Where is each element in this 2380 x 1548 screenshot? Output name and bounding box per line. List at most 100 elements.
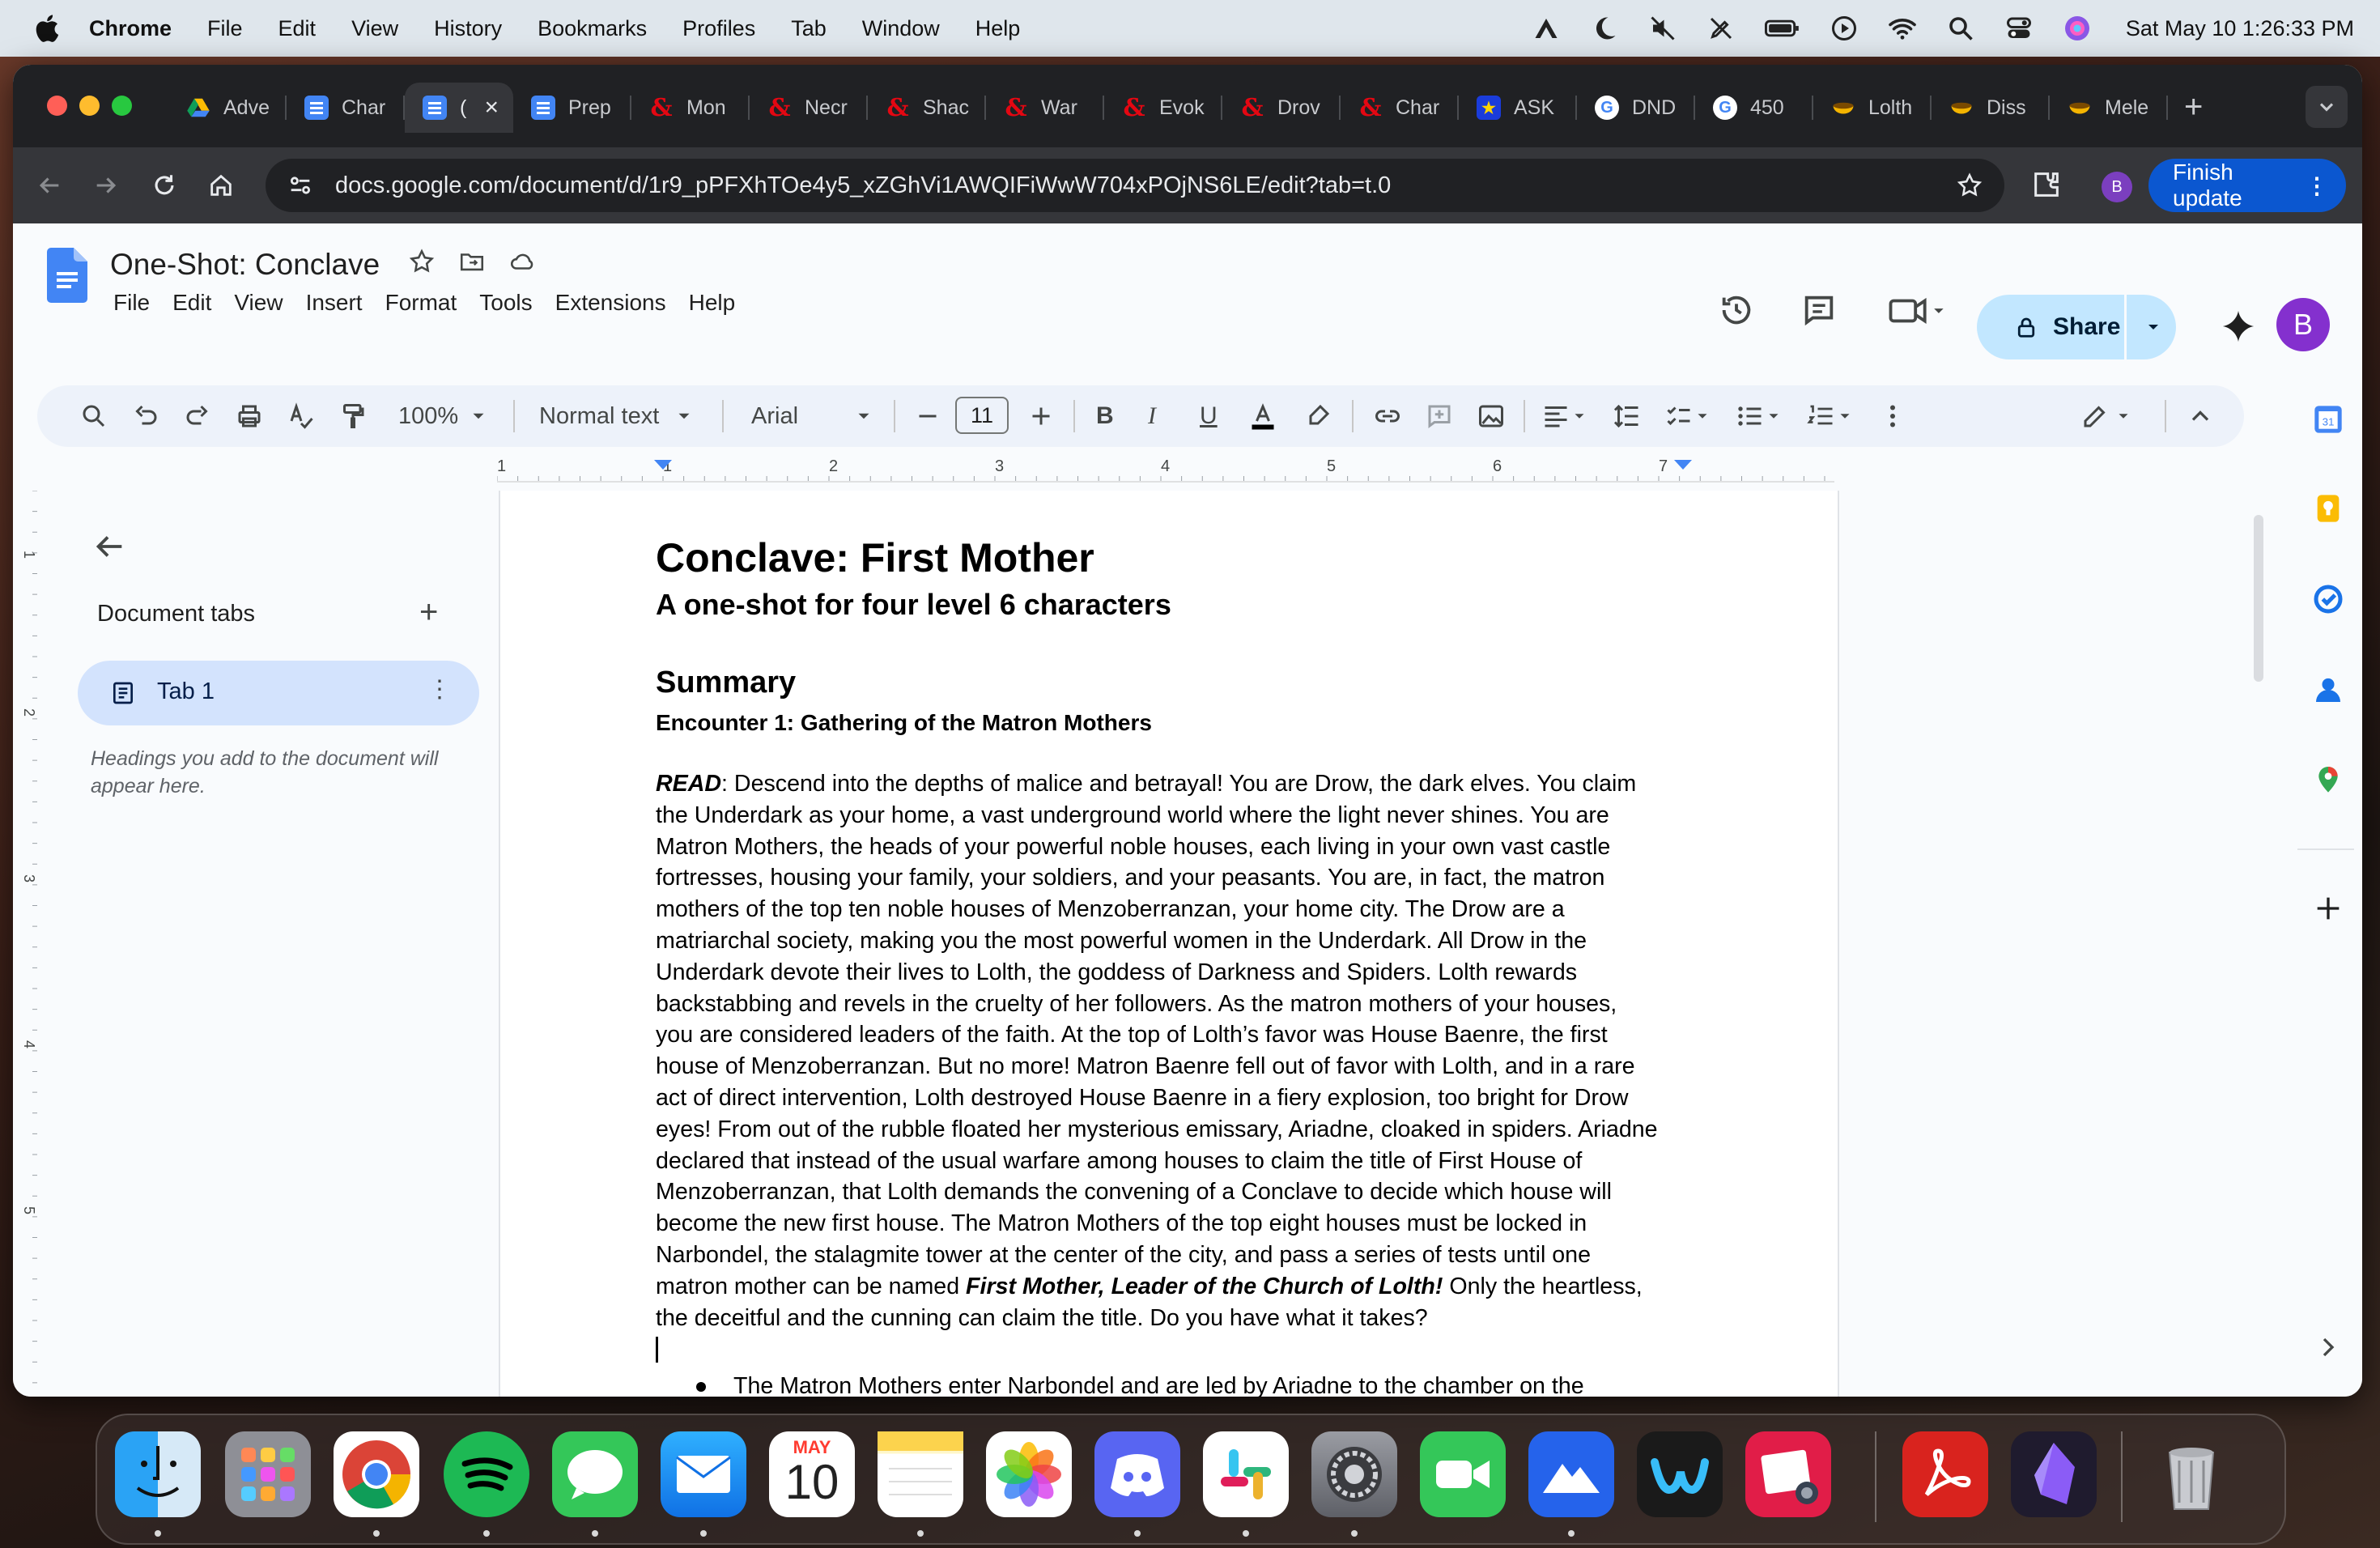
- checklist-button[interactable]: [1664, 402, 1711, 431]
- mountain-app-dock-icon[interactable]: [1528, 1431, 1614, 1517]
- add-tab-button[interactable]: +: [419, 594, 438, 631]
- font-size-input[interactable]: 11: [955, 397, 1009, 434]
- tab-search-button[interactable]: [2306, 86, 2348, 128]
- messages-dock-icon[interactable]: [552, 1431, 638, 1517]
- browser-tab[interactable]: Lolth: [1813, 83, 1932, 133]
- vertical-scrollbar[interactable]: [2254, 515, 2263, 682]
- back-arrow-icon[interactable]: [91, 528, 128, 565]
- search-menus-button[interactable]: [79, 402, 108, 431]
- insert-link-button[interactable]: [1373, 402, 1402, 431]
- reload-button[interactable]: [146, 167, 183, 204]
- calendar-app-button[interactable]: 31: [2312, 403, 2344, 436]
- apple-logo-icon[interactable]: [32, 12, 65, 45]
- bookmark-star-icon[interactable]: [1956, 172, 1983, 199]
- browser-tab-active[interactable]: (×: [405, 83, 513, 133]
- photos-dock-icon[interactable]: [986, 1431, 1072, 1517]
- bulleted-list-button[interactable]: [1736, 402, 1783, 431]
- numbered-list-button[interactable]: [1807, 402, 1854, 431]
- menu-file[interactable]: File: [207, 16, 243, 41]
- docs-menu-file[interactable]: File: [113, 290, 150, 316]
- document-tab-item[interactable]: Tab 1 ⋮: [78, 661, 479, 725]
- insert-image-button[interactable]: [1477, 402, 1506, 431]
- browser-tab[interactable]: Mele: [2050, 83, 2168, 133]
- menu-profiles[interactable]: Profiles: [682, 16, 755, 41]
- mail-dock-icon[interactable]: [661, 1431, 746, 1517]
- align-button[interactable]: [1541, 402, 1588, 431]
- browser-tab[interactable]: & Evok: [1104, 83, 1222, 133]
- new-tab-button[interactable]: +: [2184, 89, 2203, 125]
- menu-history[interactable]: History: [434, 16, 502, 41]
- trash-dock-icon[interactable]: [2148, 1431, 2234, 1517]
- paragraph-style-select[interactable]: Normal text: [539, 402, 695, 431]
- docs-menu-extensions[interactable]: Extensions: [555, 290, 666, 316]
- chrome-dock-icon[interactable]: [334, 1431, 419, 1517]
- menu-view[interactable]: View: [351, 16, 398, 41]
- site-settings-icon[interactable]: [287, 172, 314, 199]
- contacts-app-button[interactable]: [2312, 674, 2344, 706]
- launchpad-dock-icon[interactable]: [225, 1431, 311, 1517]
- editing-mode-button[interactable]: [2080, 402, 2132, 431]
- docs-menu-insert[interactable]: Insert: [306, 290, 363, 316]
- pencil-slash-icon[interactable]: [1706, 14, 1736, 43]
- menu-clock[interactable]: Sat May 10 1:26:33 PM: [2126, 16, 2354, 41]
- back-button[interactable]: [31, 167, 68, 204]
- docs-menu-tools[interactable]: Tools: [479, 290, 532, 316]
- siri-icon[interactable]: [2063, 14, 2092, 43]
- underline-button[interactable]: U: [1200, 402, 1218, 431]
- extensions-icon[interactable]: [2030, 168, 2063, 201]
- wifi-icon[interactable]: [1888, 14, 1917, 43]
- bold-button[interactable]: B: [1096, 402, 1114, 431]
- discord-dock-icon[interactable]: [1094, 1431, 1180, 1517]
- browser-tab[interactable]: ★ ASK: [1459, 83, 1577, 133]
- browser-tab[interactable]: G DND: [1577, 83, 1695, 133]
- moon-icon[interactable]: [1590, 14, 1619, 43]
- version-history-button[interactable]: [1718, 291, 1755, 329]
- browser-tab[interactable]: Prep: [513, 83, 631, 133]
- menu-bookmarks[interactable]: Bookmarks: [538, 16, 647, 41]
- url-text[interactable]: docs.google.com/document/d/1r9_pPFXhTOe4…: [335, 172, 1391, 199]
- zoom-select[interactable]: 100%: [398, 402, 489, 431]
- battery-icon[interactable]: [1764, 14, 1800, 43]
- arc-app-icon[interactable]: [1532, 14, 1561, 43]
- profile-avatar[interactable]: B: [2102, 172, 2132, 202]
- obsidian-dock-icon[interactable]: [2011, 1431, 2097, 1517]
- forward-button[interactable]: [87, 167, 125, 204]
- meet-button[interactable]: [1886, 291, 1951, 329]
- menu-tab[interactable]: Tab: [791, 16, 827, 41]
- notes-dock-icon[interactable]: [878, 1431, 963, 1517]
- share-dropdown-caret-icon[interactable]: [2144, 317, 2163, 337]
- spotlight-search-icon[interactable]: [1946, 14, 1975, 43]
- italic-button[interactable]: I: [1148, 402, 1156, 431]
- finder-dock-icon[interactable]: [115, 1431, 201, 1517]
- tasks-app-button[interactable]: [2312, 583, 2344, 615]
- browser-tab[interactable]: & War: [986, 83, 1104, 133]
- star-icon[interactable]: [408, 248, 436, 275]
- document-page[interactable]: Conclave: First Mother A one-shot for fo…: [499, 491, 1839, 1397]
- tab-options-icon[interactable]: ⋮: [427, 675, 452, 704]
- photo-booth-dock-icon[interactable]: [1745, 1431, 1831, 1517]
- keep-app-button[interactable]: [2312, 492, 2344, 525]
- document-title[interactable]: One-Shot: Conclave: [110, 248, 380, 282]
- control-center-icon[interactable]: [2004, 14, 2034, 43]
- browser-tab[interactable]: Diss: [1932, 83, 2050, 133]
- text-color-button[interactable]: [1248, 402, 1277, 431]
- spotify-dock-icon[interactable]: [444, 1431, 529, 1517]
- docs-menu-edit[interactable]: Edit: [172, 290, 211, 316]
- menu-window[interactable]: Window: [862, 16, 940, 41]
- browser-tab[interactable]: Char: [287, 83, 405, 133]
- acrobat-dock-icon[interactable]: [1902, 1431, 1988, 1517]
- close-tab-icon[interactable]: ×: [484, 94, 499, 121]
- account-avatar[interactable]: B: [2276, 298, 2330, 351]
- share-button[interactable]: Share: [1977, 295, 2176, 359]
- hide-menus-button[interactable]: [2186, 402, 2215, 431]
- undo-button[interactable]: [131, 402, 160, 431]
- docs-menu-view[interactable]: View: [234, 290, 283, 316]
- browser-tab[interactable]: Adve: [168, 83, 287, 133]
- facetime-dock-icon[interactable]: [1420, 1431, 1506, 1517]
- address-bar[interactable]: docs.google.com/document/d/1r9_pPFXhTOe4…: [266, 159, 2004, 212]
- move-folder-icon[interactable]: [458, 248, 486, 275]
- calendar-dock-icon[interactable]: MAY 10: [769, 1431, 855, 1517]
- menu-edit[interactable]: Edit: [278, 16, 317, 41]
- docs-menu-help[interactable]: Help: [689, 290, 736, 316]
- gemini-sparkle-icon[interactable]: [2220, 308, 2257, 345]
